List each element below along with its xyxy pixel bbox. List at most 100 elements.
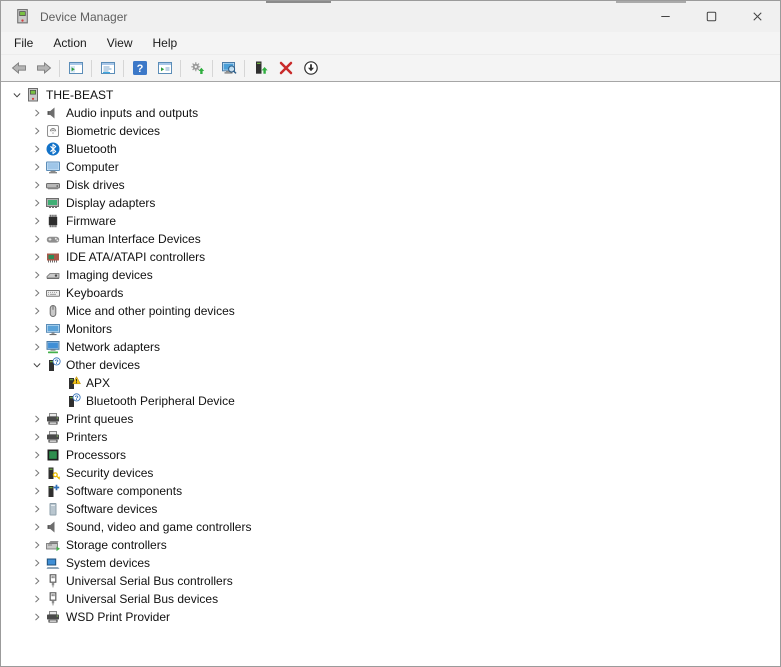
- tree-item-storage-controllers[interactable]: Storage controllers: [1, 536, 780, 554]
- tree-item-printers[interactable]: Printers: [1, 428, 780, 446]
- tree-item-security-devices[interactable]: Security devices: [1, 464, 780, 482]
- chevron-right-icon[interactable]: [29, 429, 45, 445]
- tree-item-label: Universal Serial Bus devices: [66, 592, 219, 606]
- menu-item-help[interactable]: Help: [143, 33, 188, 53]
- chevron-right-icon[interactable]: [29, 501, 45, 517]
- chevron-right-icon[interactable]: [29, 249, 45, 265]
- imaging-device-icon: [45, 267, 61, 283]
- tree-item-software-devices[interactable]: Software devices: [1, 500, 780, 518]
- chevron-right-icon[interactable]: [29, 573, 45, 589]
- tree-item-ide-ata-atapi-controllers[interactable]: IDE ATA/ATAPI controllers: [1, 248, 780, 266]
- menu-bar: File Action View Help: [1, 32, 780, 55]
- chevron-right-icon[interactable]: [29, 285, 45, 301]
- chevron-right-icon[interactable]: [29, 213, 45, 229]
- tree-item-audio-inputs-and-outputs[interactable]: Audio inputs and outputs: [1, 104, 780, 122]
- tree-item-processors[interactable]: Processors: [1, 446, 780, 464]
- ide-controller-icon: [45, 249, 61, 265]
- tree-item-display-adapters[interactable]: Display adapters: [1, 194, 780, 212]
- chevron-right-icon[interactable]: [29, 231, 45, 247]
- uninstall-device-button[interactable]: [273, 57, 298, 79]
- menu-item-file[interactable]: File: [4, 33, 43, 53]
- chevron-right-icon[interactable]: [29, 591, 45, 607]
- tree-item-bluetooth-peripheral-device[interactable]: ? Bluetooth Peripheral Device: [1, 392, 780, 410]
- chevron-right-icon[interactable]: [29, 303, 45, 319]
- gamepad-icon: [45, 231, 61, 247]
- tree-item-label: Firmware: [66, 214, 116, 228]
- tree-item-label: Computer: [66, 160, 119, 174]
- chevron-right-icon[interactable]: [29, 447, 45, 463]
- chevron-right-icon[interactable]: [29, 609, 45, 625]
- monitors-icon: [45, 321, 61, 337]
- tree-item-network-adapters[interactable]: Network adapters: [1, 338, 780, 356]
- tree-item-disk-drives[interactable]: Disk drives: [1, 176, 780, 194]
- disable-device-button[interactable]: [298, 57, 323, 79]
- add-drivers-button[interactable]: [248, 57, 273, 79]
- chevron-right-icon[interactable]: [29, 537, 45, 553]
- tree-item-computer[interactable]: Computer: [1, 158, 780, 176]
- chevron-right-icon[interactable]: [29, 483, 45, 499]
- tree-item-mice-and-other-pointing-devices[interactable]: Mice and other pointing devices: [1, 302, 780, 320]
- show-action-pane-button[interactable]: [152, 57, 177, 79]
- chevron-down-icon[interactable]: [9, 87, 25, 103]
- tree-item-the-beast[interactable]: THE-BEAST: [1, 86, 780, 104]
- chevron-right-icon[interactable]: [29, 177, 45, 193]
- chevron-right-icon[interactable]: [29, 195, 45, 211]
- chevron-right-icon[interactable]: [29, 555, 45, 571]
- tree-item-label: THE-BEAST: [46, 88, 114, 102]
- tree-item-wsd-print-provider[interactable]: WSD Print Provider: [1, 608, 780, 626]
- properties-button[interactable]: [95, 57, 120, 79]
- tree-item-label: Bluetooth: [66, 142, 117, 156]
- scan-for-hardware-changes-button[interactable]: [216, 57, 241, 79]
- tree-item-label: Other devices: [66, 358, 141, 372]
- chevron-right-icon[interactable]: [29, 321, 45, 337]
- tree-item-label: Printers: [66, 430, 108, 444]
- tree-item-monitors[interactable]: Monitors: [1, 320, 780, 338]
- close-button[interactable]: [734, 1, 780, 32]
- tree-item-label: Software devices: [66, 502, 158, 516]
- chevron-right-icon[interactable]: [29, 123, 45, 139]
- minimize-button[interactable]: [642, 1, 688, 32]
- help-button[interactable]: ?: [127, 57, 152, 79]
- tree-item-bluetooth[interactable]: Bluetooth: [1, 140, 780, 158]
- menu-item-action[interactable]: Action: [43, 33, 96, 53]
- bluetooth-icon: [45, 141, 61, 157]
- chevron-down-icon[interactable]: [29, 357, 45, 373]
- tree-item-label: Sound, video and game controllers: [66, 520, 252, 534]
- back-button[interactable]: [6, 57, 31, 79]
- forward-button[interactable]: [31, 57, 56, 79]
- properties-icon: [100, 62, 115, 74]
- tree-item-imaging-devices[interactable]: Imaging devices: [1, 266, 780, 284]
- show-console-tree-button[interactable]: [63, 57, 88, 79]
- tree-item-other-devices[interactable]: ? Other devices: [1, 356, 780, 374]
- chevron-right-icon[interactable]: [29, 141, 45, 157]
- menu-item-view[interactable]: View: [97, 33, 143, 53]
- tree-item-print-queues[interactable]: Print queues: [1, 410, 780, 428]
- tree-item-sound-video-and-game-controllers[interactable]: Sound, video and game controllers: [1, 518, 780, 536]
- maximize-icon: [706, 11, 716, 22]
- tree-item-label: Bluetooth Peripheral Device: [86, 394, 235, 408]
- forward-icon: [36, 62, 51, 74]
- tree-item-biometric-devices[interactable]: Biometric devices: [1, 122, 780, 140]
- chevron-right-icon[interactable]: [29, 519, 45, 535]
- tree-item-universal-serial-bus-devices[interactable]: Universal Serial Bus devices: [1, 590, 780, 608]
- tree-item-keyboards[interactable]: Keyboards: [1, 284, 780, 302]
- chevron-right-icon[interactable]: [29, 339, 45, 355]
- chevron-right-icon[interactable]: [29, 105, 45, 121]
- maximize-button[interactable]: [688, 1, 734, 32]
- chevron-right-icon[interactable]: [29, 267, 45, 283]
- chevron-right-icon[interactable]: [29, 411, 45, 427]
- update-driver-button[interactable]: [184, 57, 209, 79]
- tree-item-system-devices[interactable]: System devices: [1, 554, 780, 572]
- tree-item-firmware[interactable]: Firmware: [1, 212, 780, 230]
- chevron-right-icon[interactable]: [29, 465, 45, 481]
- tree-item-software-components[interactable]: Software components: [1, 482, 780, 500]
- chevron-right-icon[interactable]: [29, 159, 45, 175]
- tree-item-apx[interactable]: APX: [1, 374, 780, 392]
- tree-item-label: Storage controllers: [66, 538, 167, 552]
- tree-item-universal-serial-bus-controllers[interactable]: Universal Serial Bus controllers: [1, 572, 780, 590]
- tree-item-label: Display adapters: [66, 196, 156, 210]
- console-tree-icon: [68, 62, 83, 74]
- tree-item-human-interface-devices[interactable]: Human Interface Devices: [1, 230, 780, 248]
